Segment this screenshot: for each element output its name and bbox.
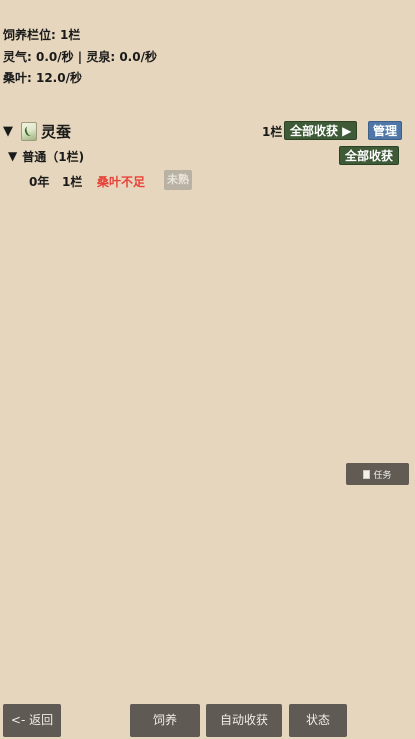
- harvest-disabled-button: 未熟: [164, 170, 192, 190]
- group-title: 普通（1栏): [22, 149, 85, 164]
- manage-button[interactable]: 管理: [368, 121, 403, 140]
- group-header[interactable]: ▼ 普通（1栏): [8, 147, 84, 165]
- stat-slots: 饲养栏位: 1栏: [3, 28, 81, 42]
- slot-count: 1栏: [62, 175, 83, 189]
- category-title: 灵蚕: [41, 122, 72, 141]
- back-button[interactable]: <- 返回: [3, 704, 61, 737]
- auto-harvest-button[interactable]: 自动收获: [206, 704, 282, 737]
- stat-spirit: 灵气: 0.0/秒 | 灵泉: 0.0/秒: [3, 50, 157, 64]
- clipboard-icon: [363, 469, 371, 479]
- collapse-triangle-icon[interactable]: ▼: [3, 124, 13, 139]
- stat-mulberry: 桑叶: 12.0/秒: [3, 71, 82, 85]
- group-harvest-all-button[interactable]: 全部收获: [339, 146, 400, 165]
- category-header[interactable]: ▼ 灵蚕: [3, 121, 71, 141]
- harvest-all-expand-button[interactable]: 全部收获 ▶: [284, 121, 358, 140]
- mulberry-warning: 桑叶不足: [97, 175, 146, 189]
- status-button[interactable]: 状态: [289, 704, 347, 737]
- task-button[interactable]: 任务: [346, 463, 409, 485]
- category-slot-count: 1栏: [262, 125, 283, 139]
- slot-age: 0年: [29, 175, 50, 189]
- task-label: 任务: [373, 470, 392, 481]
- silkworm-icon: [21, 121, 37, 141]
- feed-button[interactable]: 饲养: [130, 704, 200, 737]
- group-collapse-triangle-icon[interactable]: ▼: [8, 149, 17, 163]
